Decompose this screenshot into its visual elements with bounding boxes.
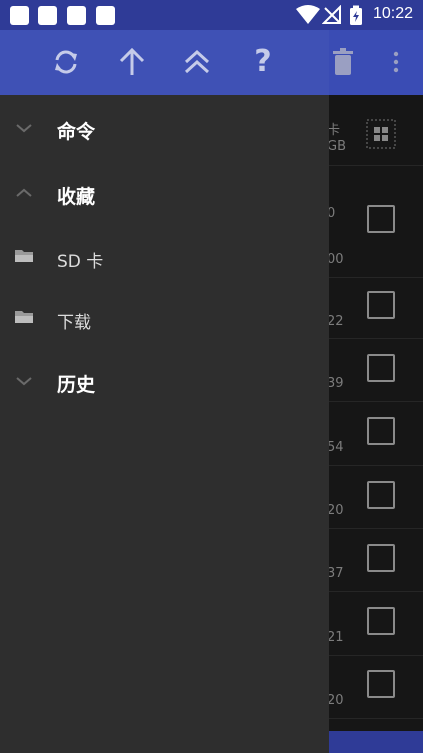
drawer-section-favorites[interactable]: 收藏 [0, 165, 329, 225]
checkbox[interactable] [367, 291, 395, 319]
arrow-up-icon[interactable] [114, 44, 150, 80]
battery-charging-icon [350, 5, 362, 25]
chevron-down-icon [16, 377, 32, 386]
clock: 10:22 [372, 5, 413, 22]
checkbox[interactable] [367, 544, 395, 572]
folder-icon [15, 311, 33, 323]
notification-square-icon [67, 6, 86, 25]
notification-square-icon [96, 6, 115, 25]
checkbox[interactable] [367, 670, 395, 698]
drawer-item-label: SD 卡 [57, 252, 104, 272]
navigation-drawer: ? 命令 收藏 SD 卡 下载 历史 [0, 30, 329, 753]
drawer-item-downloads[interactable]: 下载 [0, 289, 329, 349]
folder-icon [15, 250, 33, 262]
notification-square-icon [38, 6, 57, 25]
wifi-icon [296, 5, 320, 24]
chevron-down-icon [16, 124, 32, 133]
refresh-icon[interactable] [48, 44, 84, 80]
drawer-section-history[interactable]: 历史 [0, 353, 329, 413]
chevron-up-icon [16, 188, 32, 197]
checkbox[interactable] [367, 205, 395, 233]
checkbox[interactable] [367, 417, 395, 445]
drawer-item-label: 历史 [57, 374, 96, 396]
no-signal-icon [322, 5, 341, 24]
trash-icon[interactable] [332, 48, 354, 76]
more-vert-icon[interactable] [392, 50, 400, 74]
checkbox[interactable] [367, 354, 395, 382]
drawer-item-label: 下载 [57, 313, 91, 333]
drawer-section-commands[interactable]: 命令 [0, 100, 329, 160]
drawer-header: ? [0, 30, 329, 95]
checkbox[interactable] [367, 481, 395, 509]
drawer-item-label: 命令 [57, 121, 96, 143]
checkbox[interactable] [367, 607, 395, 635]
notification-square-icon [10, 6, 29, 25]
help-icon[interactable]: ? [245, 44, 281, 80]
drawer-item-sd-card[interactable]: SD 卡 [0, 228, 329, 288]
double-chevron-up-icon[interactable] [179, 44, 215, 80]
grid-view-icon[interactable] [366, 119, 396, 149]
status-bar: 10:22 [0, 0, 423, 30]
drawer-item-label: 收藏 [57, 186, 96, 208]
